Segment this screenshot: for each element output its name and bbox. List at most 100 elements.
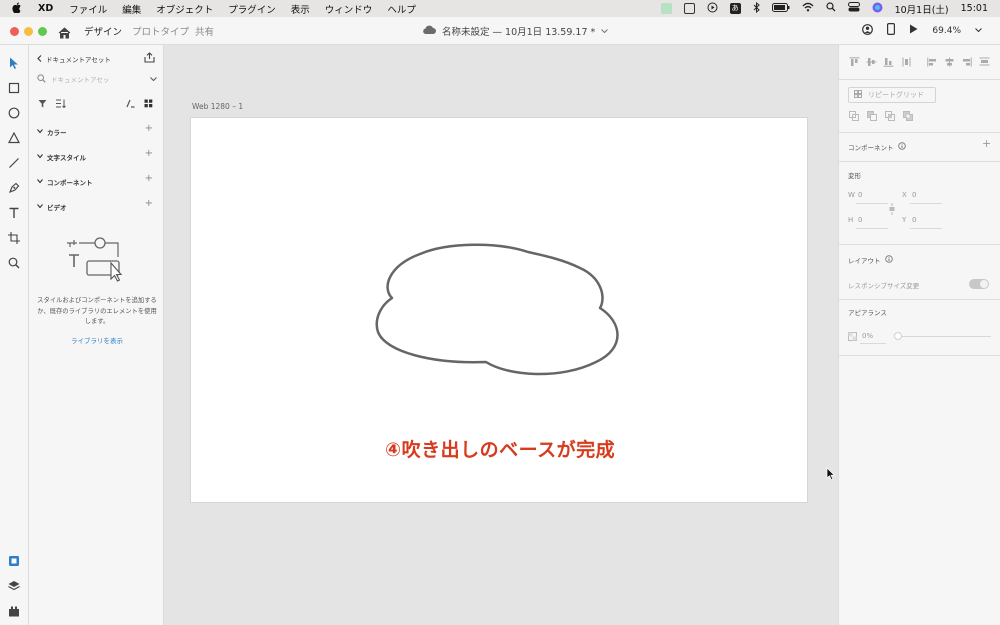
- apple-icon[interactable]: [12, 1, 22, 16]
- assets-header[interactable]: ドキュメントアセット: [37, 54, 111, 64]
- control-center-icon[interactable]: [847, 2, 860, 15]
- select-tool-icon[interactable]: [7, 55, 21, 69]
- filter-icon[interactable]: [38, 99, 47, 110]
- polygon-tool-icon[interactable]: [7, 130, 21, 144]
- width-field[interactable]: 0: [858, 191, 862, 199]
- chevron-down-icon[interactable]: [150, 76, 157, 84]
- boolean-intersect-icon[interactable]: [885, 111, 896, 123]
- menu-file[interactable]: ファイル: [69, 2, 107, 16]
- wifi-icon[interactable]: [802, 2, 814, 15]
- plugins-panel-icon[interactable]: [7, 603, 21, 617]
- menu-view[interactable]: 表示: [291, 2, 310, 16]
- list-view-icon[interactable]: [126, 99, 135, 110]
- repeat-grid-button[interactable]: リピートグリッド: [848, 87, 936, 103]
- tab-prototype[interactable]: プロトタイプ: [132, 24, 189, 38]
- zoom-chevron-icon[interactable]: [975, 26, 982, 36]
- zoom-button[interactable]: [38, 27, 47, 36]
- align-center-icon[interactable]: [944, 57, 955, 69]
- line-tool-icon[interactable]: [7, 155, 21, 169]
- menu-plugins[interactable]: プラグイン: [228, 2, 276, 16]
- grid-view-icon[interactable]: [144, 99, 153, 110]
- height-field[interactable]: 0: [858, 216, 862, 224]
- ellipse-tool-icon[interactable]: [7, 105, 21, 119]
- assets-search[interactable]: ドキュメントアセッ: [37, 72, 157, 86]
- opacity-field[interactable]: 0%: [862, 332, 873, 340]
- play-preview-icon[interactable]: [909, 24, 918, 37]
- section-colors[interactable]: カラー +: [37, 123, 155, 137]
- divider: [839, 244, 1000, 245]
- boolean-subtract-icon[interactable]: [867, 111, 878, 123]
- battery-icon[interactable]: [771, 2, 790, 15]
- add-component-plus-icon[interactable]: +: [982, 137, 991, 150]
- pen-tool-icon[interactable]: [7, 180, 21, 194]
- x-field[interactable]: 0: [912, 191, 916, 199]
- info-icon[interactable]: [885, 255, 893, 265]
- add-video-button[interactable]: +: [145, 198, 153, 209]
- section-video[interactable]: ビデオ +: [37, 198, 155, 212]
- speech-bubble-shape[interactable]: [370, 238, 630, 383]
- y-field[interactable]: 0: [912, 216, 916, 224]
- app-titlebar: デザイン プロトタイプ 共有 名称未設定 — 10月1日 13.59.17 * …: [0, 17, 1000, 47]
- input-method-icon[interactable]: あ: [729, 3, 741, 14]
- align-bottom-icon[interactable]: [883, 57, 894, 69]
- drive-icon[interactable]: [683, 3, 695, 14]
- section-components[interactable]: コンポーネント +: [37, 173, 155, 187]
- text-tool-icon[interactable]: [7, 205, 21, 219]
- lock-aspect-icon[interactable]: [889, 203, 895, 217]
- tab-design[interactable]: デザイン: [84, 24, 123, 47]
- menu-help[interactable]: ヘルプ: [387, 2, 416, 16]
- search-icon: [37, 73, 46, 85]
- opacity-slider[interactable]: [897, 336, 991, 337]
- divider: [839, 161, 1000, 162]
- menu-edit[interactable]: 編集: [122, 2, 141, 16]
- boolean-add-icon[interactable]: [849, 111, 860, 123]
- sort-icon[interactable]: [55, 99, 66, 110]
- close-button[interactable]: [10, 27, 19, 36]
- distribute-vertical-icon[interactable]: [902, 57, 911, 69]
- document-title[interactable]: 名称未設定 — 10月1日 13.59.17 *: [422, 24, 609, 38]
- search-input[interactable]: ドキュメントアセッ: [51, 74, 109, 84]
- align-top-icon[interactable]: [849, 57, 860, 69]
- device-preview-icon[interactable]: [887, 23, 896, 38]
- divider: [839, 132, 1000, 133]
- status-app-icon[interactable]: [660, 3, 672, 14]
- add-component-button[interactable]: +: [145, 173, 153, 184]
- distribute-horizontal-icon[interactable]: [979, 57, 990, 68]
- menubar-time[interactable]: 15:01: [961, 3, 988, 14]
- layers-panel-icon[interactable]: [7, 578, 21, 592]
- siri-icon[interactable]: [872, 2, 883, 16]
- app-menu[interactable]: XD: [38, 3, 53, 14]
- zoom-level[interactable]: 69.4%: [932, 26, 961, 36]
- align-left-icon[interactable]: [927, 57, 938, 69]
- assets-panel-icon[interactable]: [7, 553, 21, 567]
- menu-window[interactable]: ウィンドウ: [325, 2, 373, 16]
- bluetooth-icon[interactable]: [753, 1, 760, 16]
- opacity-slider-handle[interactable]: [894, 332, 902, 340]
- menu-object[interactable]: オブジェクト: [156, 2, 213, 16]
- chevron-left-icon[interactable]: [37, 54, 42, 64]
- menubar-date[interactable]: 10月1日(土): [895, 2, 949, 16]
- zoom-tool-icon[interactable]: [7, 255, 21, 269]
- artboard-label[interactable]: Web 1280 – 1: [192, 102, 243, 111]
- play-icon[interactable]: [707, 2, 718, 16]
- artboard-tool-icon[interactable]: [7, 230, 21, 244]
- responsive-resize-toggle[interactable]: [969, 279, 989, 289]
- minimize-button[interactable]: [24, 27, 33, 36]
- share-icon[interactable]: [144, 52, 155, 65]
- align-middle-icon[interactable]: [866, 57, 877, 69]
- search-icon[interactable]: [825, 2, 836, 15]
- tab-share[interactable]: 共有: [195, 24, 214, 38]
- boolean-exclude-icon[interactable]: [903, 111, 914, 123]
- x-underline: [910, 203, 942, 204]
- empty-assets-message: スタイルおよびコンポーネントを追加するか、既存のライブラリのエレメントを使用しま…: [37, 297, 157, 325]
- home-icon[interactable]: [58, 24, 71, 43]
- align-right-icon[interactable]: [961, 57, 972, 69]
- view-libraries-link[interactable]: ライブラリを表示: [37, 335, 157, 345]
- add-character-style-button[interactable]: +: [145, 148, 153, 159]
- section-character-styles[interactable]: 文字スタイル +: [37, 148, 155, 162]
- rectangle-tool-icon[interactable]: [7, 80, 21, 94]
- add-color-button[interactable]: +: [145, 123, 153, 134]
- caption-text: ④吹き出しのベースが完成: [385, 439, 616, 461]
- info-icon[interactable]: [898, 142, 906, 152]
- user-icon[interactable]: [862, 23, 874, 38]
